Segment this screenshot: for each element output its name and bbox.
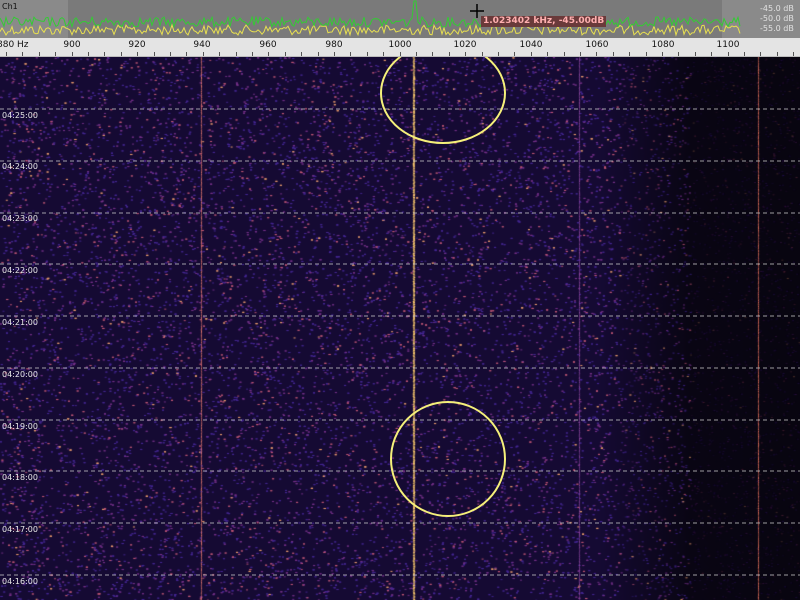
waterfall-overlay: [0, 57, 800, 576]
axis-minor-tick: [55, 52, 56, 56]
axis-minor-tick: [416, 52, 417, 56]
axis-minor-tick: [613, 52, 614, 56]
cursor-readout: 1.023402 kHz, -45.00dB: [481, 16, 607, 27]
axis-minor-tick: [350, 52, 351, 56]
tick-label-1040: 1040: [519, 40, 543, 50]
axis-minor-tick: [88, 52, 89, 56]
annotation-circle-2: [390, 401, 506, 517]
axis-minor-tick: [465, 52, 466, 56]
axis-minor-tick: [728, 52, 729, 56]
axis-minor-tick: [367, 52, 368, 56]
axis-minor-tick: [285, 52, 286, 56]
spectrum-display[interactable]: Ch1 1.023402 kHz, -45.00dB -45.0 dB -50.…: [0, 0, 800, 38]
time-label-0418: 04:18:00: [2, 473, 38, 482]
axis-minor-tick: [580, 52, 581, 56]
annotation-circle-1: [380, 57, 506, 144]
channel-label: Ch1: [2, 2, 18, 11]
tick-label-940: 940: [193, 40, 211, 50]
axis-minor-tick: [514, 52, 515, 56]
axis-minor-tick: [678, 52, 679, 56]
axis-minor-tick: [301, 52, 302, 56]
time-label-0420: 04:20:00: [2, 370, 38, 379]
axis-minor-tick: [482, 52, 483, 56]
tick-label-1100: 1100: [716, 40, 740, 50]
axis-minor-tick: [170, 52, 171, 56]
time-label-0424: 04:24:00: [2, 162, 38, 171]
db-scale-label-3: -55.0 dB: [760, 24, 794, 33]
time-label-0423: 04:23:00: [2, 214, 38, 223]
tick-label-920: 920: [128, 40, 146, 50]
axis-minor-tick: [236, 52, 237, 56]
tick-label-900: 900: [63, 40, 81, 50]
axis-minor-tick: [22, 52, 23, 56]
time-label-0422: 04:22:00: [2, 266, 38, 275]
time-label-0416: 04:16:00: [2, 577, 38, 586]
axis-minor-tick: [72, 52, 73, 56]
axis-minor-tick: [793, 52, 794, 56]
axis-minor-tick: [268, 52, 269, 56]
axis-minor-tick: [137, 52, 138, 56]
axis-minor-tick: [252, 52, 253, 56]
axis-minor-tick: [547, 52, 548, 56]
axis-minor-tick: [400, 52, 401, 56]
axis-minor-tick: [596, 52, 597, 56]
axis-minor-tick: [760, 52, 761, 56]
db-scale-label-2: -50.0 dB: [760, 14, 794, 23]
time-label-0417: 04:17:00: [2, 525, 38, 534]
axis-minor-tick: [219, 52, 220, 56]
axis-minor-tick: [318, 52, 319, 56]
tick-label-1080: 1080: [651, 40, 675, 50]
axis-minor-tick: [186, 52, 187, 56]
tick-label-1060: 1060: [585, 40, 609, 50]
axis-minor-tick: [777, 52, 778, 56]
axis-minor-tick: [744, 52, 745, 56]
axis-minor-tick: [564, 52, 565, 56]
tick-label-1020: 1020: [453, 40, 477, 50]
axis-minor-tick: [711, 52, 712, 56]
axis-minor-tick: [498, 52, 499, 56]
axis-minor-tick: [695, 52, 696, 56]
frequency-axis[interactable]: 880 Hz 900 920 940 960 980 1000 1020 104…: [0, 38, 800, 57]
axis-minor-tick: [154, 52, 155, 56]
waterfall-display[interactable]: 04:25:00 04:24:00 04:23:00 04:22:00 04:2…: [0, 57, 800, 600]
axis-minor-tick: [432, 52, 433, 56]
axis-minor-tick: [531, 52, 532, 56]
axis-minor-tick: [383, 52, 384, 56]
axis-minor-tick: [449, 52, 450, 56]
time-label-0419: 04:19:00: [2, 422, 38, 431]
axis-minor-tick: [39, 52, 40, 56]
spectrum-trace: [0, 0, 741, 37]
time-label-0421: 04:21:00: [2, 318, 38, 327]
tick-label-980: 980: [325, 40, 343, 50]
axis-start-label: 880 Hz: [0, 40, 29, 50]
axis-minor-tick: [104, 52, 105, 56]
db-scale-label-1: -45.0 dB: [760, 4, 794, 13]
tick-label-1000: 1000: [388, 40, 412, 50]
axis-minor-tick: [334, 52, 335, 56]
tick-label-960: 960: [259, 40, 277, 50]
axis-minor-tick: [629, 52, 630, 56]
axis-minor-tick: [6, 52, 7, 56]
axis-minor-tick: [646, 52, 647, 56]
time-label-0425: 04:25:00: [2, 111, 38, 120]
axis-minor-tick: [121, 52, 122, 56]
axis-minor-tick: [203, 52, 204, 56]
axis-minor-tick: [662, 52, 663, 56]
